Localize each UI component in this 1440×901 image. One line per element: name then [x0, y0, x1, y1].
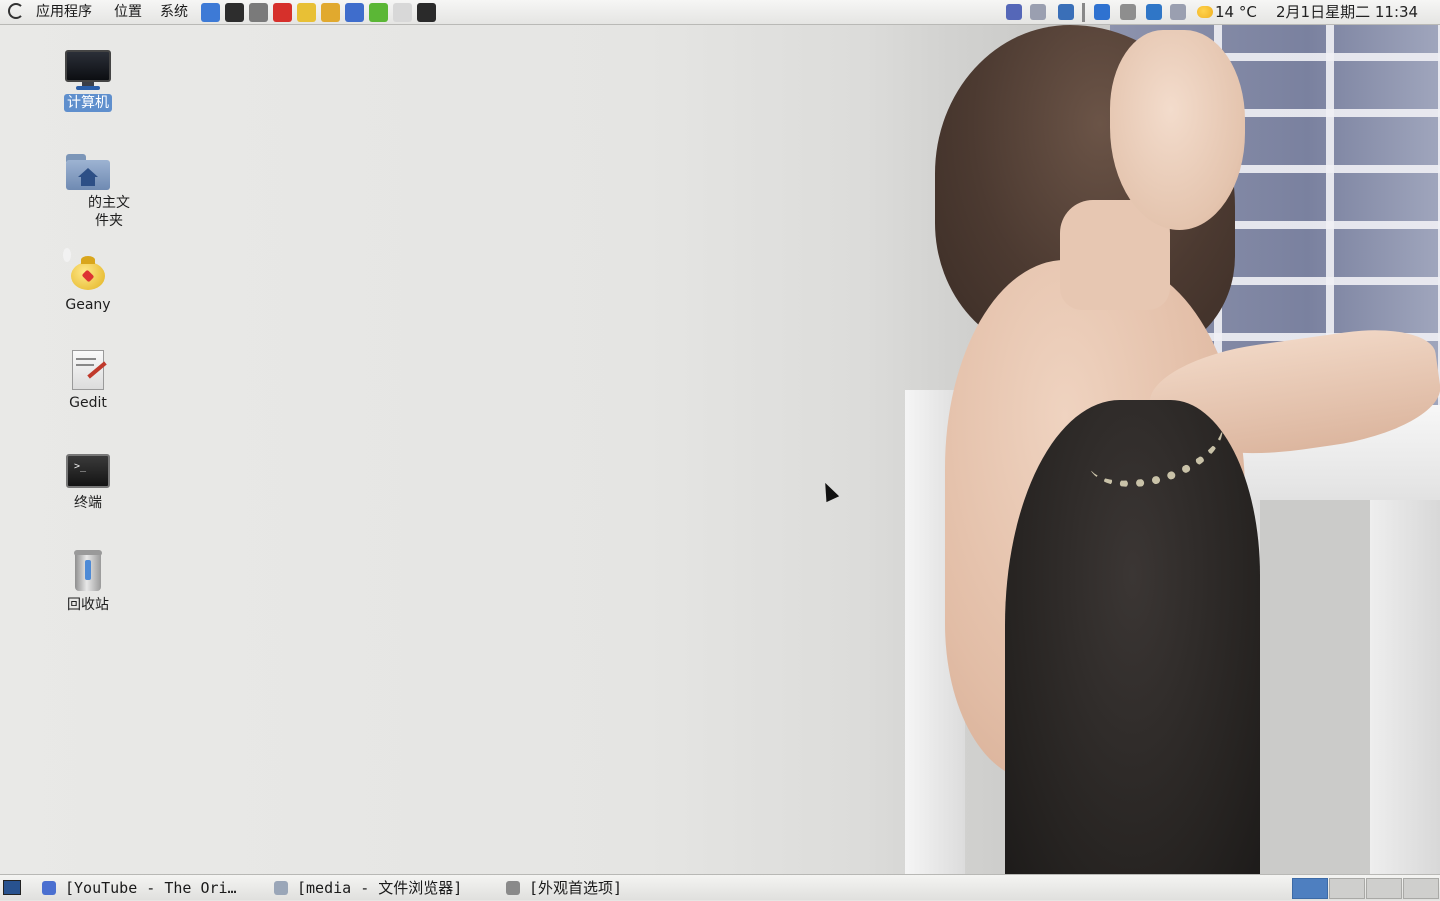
workspace-4[interactable]	[1403, 878, 1439, 899]
chrome-icon[interactable]	[321, 3, 340, 22]
distro-logo-icon[interactable]	[8, 3, 24, 19]
trash-icon	[68, 548, 108, 594]
workspace-1[interactable]	[1292, 878, 1328, 899]
separator-icon	[1082, 3, 1085, 22]
taskbar-button-label: [YouTube - The Ori…	[65, 879, 237, 897]
accessibility-icon[interactable]	[1146, 4, 1162, 20]
taskbar-button-label: [media - 文件浏览器]	[297, 879, 463, 897]
dictionary-icon[interactable]	[273, 3, 292, 22]
desktop-icon-geany[interactable]: Geany	[38, 248, 138, 314]
taskbar-button-label: [外观首选项]	[529, 879, 623, 897]
console-icon[interactable]	[417, 3, 436, 22]
appearance-icon	[506, 881, 520, 895]
desktop-icon-home-folder[interactable]: 的主文件夹	[38, 150, 138, 230]
desktop-icon-computer[interactable]: 计算机	[38, 48, 138, 112]
taskbar-button[interactable]: [YouTube - The Ori…	[42, 875, 237, 901]
show-desktop-icon[interactable]	[3, 880, 21, 895]
firefox-icon[interactable]	[345, 3, 364, 22]
speaker-icon[interactable]	[1170, 4, 1186, 20]
menu-applications[interactable]: 应用程序	[36, 0, 92, 25]
workspace-2[interactable]	[1329, 878, 1365, 899]
desktop-icon-label: Gedit	[69, 395, 107, 411]
weather-icon[interactable]	[1197, 6, 1213, 18]
menu-system[interactable]: 系统	[160, 0, 188, 25]
desktop-icon-trash[interactable]: 回收站	[38, 548, 138, 614]
desktop-icon-label: Geany	[65, 297, 111, 313]
text-editor-icon[interactable]	[393, 3, 412, 22]
desktop-icon-gedit[interactable]: Gedit	[38, 348, 138, 412]
bottom-panel: [YouTube - The Ori… [media - 文件浏览器] [外观首选项…	[0, 874, 1440, 900]
firefox-icon	[42, 881, 56, 895]
pointer-tool-icon[interactable]	[201, 3, 220, 22]
desktop-icon-label: 计算机	[64, 94, 112, 112]
desktop-wallpaper	[0, 0, 1440, 900]
desktop-icon-label: 终端	[74, 495, 102, 511]
weather-temperature[interactable]: 14 °C	[1215, 0, 1257, 25]
home-folder-icon	[64, 150, 112, 192]
menu-places[interactable]: 位置	[114, 0, 142, 25]
taskbar-button[interactable]: [外观首选项]	[506, 875, 622, 901]
terminal-icon: >_	[64, 450, 112, 492]
bluetooth-icon[interactable]	[1006, 4, 1022, 20]
desktop-icon-terminal[interactable]: >_ 终端	[38, 450, 138, 512]
terminal-icon[interactable]	[225, 3, 244, 22]
geany-teapot-icon[interactable]	[297, 3, 316, 22]
taskbar-button[interactable]: [media - 文件浏览器]	[274, 875, 462, 901]
desktop-icon-label: 的主文件夹	[88, 195, 130, 229]
display-icon[interactable]	[1058, 4, 1074, 20]
top-panel: 应用程序 位置 系统 14 °C 2月1日星期二 11:34	[0, 0, 1440, 25]
network-icon[interactable]	[1120, 4, 1136, 20]
pointer-icon[interactable]	[1094, 4, 1110, 20]
download-icon[interactable]	[369, 3, 388, 22]
wallpaper-chair-leg	[1370, 480, 1440, 880]
wallpaper-figure-face	[1110, 30, 1245, 230]
magic-wand-icon[interactable]	[249, 3, 268, 22]
geany-icon	[63, 248, 113, 294]
gedit-icon	[66, 348, 110, 392]
desktop-icon-label: 回收站	[67, 597, 109, 613]
workspace-3[interactable]	[1366, 878, 1402, 899]
computer-icon	[64, 48, 112, 92]
volume-icon[interactable]	[1030, 4, 1046, 20]
clock[interactable]: 2月1日星期二 11:34	[1276, 0, 1418, 25]
folder-icon	[274, 881, 288, 895]
